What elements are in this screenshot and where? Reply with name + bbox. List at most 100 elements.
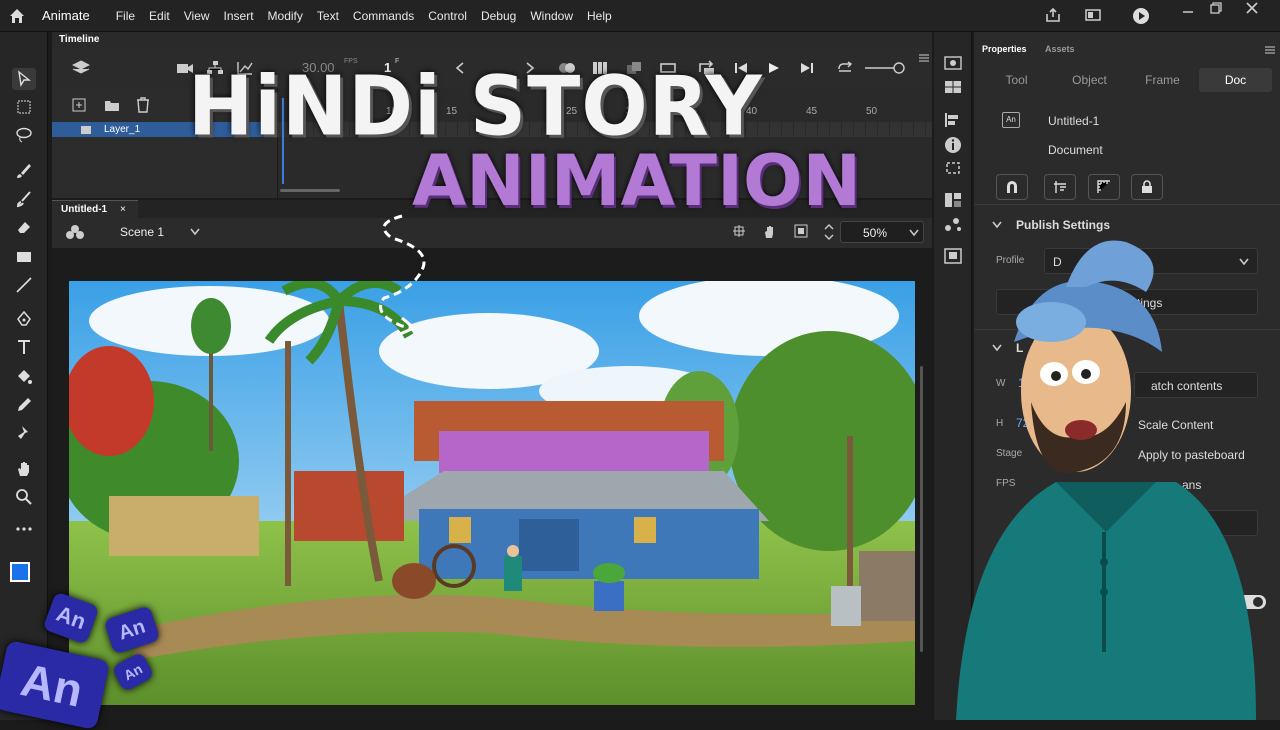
zoom-slider[interactable]	[864, 61, 908, 75]
pin-icon[interactable]	[12, 422, 36, 444]
rectangle-icon[interactable]	[12, 246, 36, 268]
new-folder-icon[interactable]	[104, 98, 120, 112]
menu-debug[interactable]: Debug	[481, 9, 516, 23]
stepper-icon[interactable]	[824, 223, 834, 241]
collapse-publish-icon[interactable]	[992, 221, 1002, 229]
step-forward-icon[interactable]	[800, 62, 814, 74]
delete-icon[interactable]	[136, 97, 150, 113]
layer-name[interactable]: Layer_1	[104, 124, 140, 135]
rotate-icon[interactable]	[762, 224, 778, 240]
menu-text[interactable]: Text	[317, 9, 339, 23]
clip-icon[interactable]	[794, 224, 808, 238]
selection-tool-icon[interactable]	[12, 68, 36, 90]
segment-frame[interactable]: Frame	[1126, 68, 1199, 92]
dashed-arrow-icon	[379, 214, 426, 336]
test-movie-icon[interactable]	[1132, 7, 1150, 25]
menu-window[interactable]: Window	[530, 9, 573, 23]
workspace-icon[interactable]	[1084, 6, 1102, 24]
align-icon[interactable]	[944, 112, 962, 128]
restore-icon[interactable]	[1210, 2, 1222, 14]
transform-icon[interactable]	[944, 160, 962, 176]
tools-panel	[0, 32, 48, 720]
menu-control[interactable]: Control	[428, 9, 467, 23]
ruler-50: 50	[866, 106, 878, 117]
home-icon[interactable]	[0, 0, 34, 32]
tab-assets[interactable]: Assets	[1045, 44, 1075, 54]
ruler-icon	[1097, 180, 1110, 193]
zoom-value: 50%	[863, 226, 888, 240]
fill-color-swatch[interactable]	[10, 562, 30, 582]
paint-brush-icon[interactable]	[12, 188, 36, 210]
magnet-icon	[1007, 181, 1017, 193]
menu-help[interactable]: Help	[587, 9, 612, 23]
document-tab[interactable]: Untitled-1 ×	[52, 200, 138, 218]
rulers-button[interactable]	[1088, 174, 1120, 200]
center-stage-icon[interactable]	[732, 224, 746, 238]
brush-icon[interactable]	[12, 160, 36, 182]
loop-playback-icon[interactable]	[836, 61, 854, 75]
timeline-menu-icon[interactable]	[918, 54, 930, 62]
document-tab-label: Untitled-1	[61, 204, 108, 215]
zoom-field[interactable]: 50%	[840, 221, 924, 243]
timeline-title: Timeline	[59, 34, 100, 45]
menu-insert[interactable]: Insert	[224, 9, 254, 23]
menu-modify[interactable]: Modify	[268, 9, 303, 23]
stage-canvas[interactable]	[69, 281, 915, 705]
line-icon[interactable]	[12, 274, 36, 296]
scene-name[interactable]: Scene 1	[120, 225, 164, 239]
menu-view[interactable]: View	[184, 9, 210, 23]
document-title: Untitled-1	[1048, 114, 1100, 128]
pen-icon[interactable]	[12, 308, 36, 330]
new-layer-icon[interactable]	[72, 98, 86, 112]
segment-doc[interactable]: Doc	[1199, 68, 1272, 92]
minimize-icon[interactable]	[1182, 2, 1194, 14]
snap-button[interactable]	[996, 174, 1028, 200]
library-icon[interactable]	[944, 56, 962, 70]
zoom-icon[interactable]	[12, 486, 36, 508]
publish-settings-header[interactable]: Publish Settings	[1016, 218, 1110, 232]
menu-file[interactable]: File	[116, 9, 135, 23]
lasso-icon[interactable]	[12, 124, 36, 146]
motion-presets-icon[interactable]	[944, 216, 962, 232]
more-tools-icon[interactable]	[12, 518, 36, 540]
menu-commands[interactable]: Commands	[353, 9, 414, 23]
segment-object[interactable]: Object	[1053, 68, 1126, 92]
divider	[974, 204, 1280, 205]
layers-icon[interactable]	[72, 60, 90, 76]
layer-icon	[81, 126, 91, 134]
edit-doc-button[interactable]	[1044, 174, 1076, 200]
tab-properties[interactable]: Properties	[982, 44, 1027, 54]
edit-doc-icon	[1054, 181, 1066, 193]
hand-icon[interactable]	[12, 458, 36, 480]
lock-icon	[1142, 180, 1152, 193]
free-transform-icon[interactable]	[12, 96, 36, 118]
document-icon: An	[1002, 112, 1020, 128]
zoom-chevron-icon[interactable]	[909, 229, 919, 237]
paint-bucket-icon[interactable]	[12, 366, 36, 388]
overlay-title-line2: ANIMATION	[412, 140, 862, 222]
scene-icon	[66, 225, 84, 239]
close-tab-icon[interactable]: ×	[120, 204, 126, 215]
close-window-icon[interactable]	[1246, 2, 1258, 14]
timeline-header: Timeline	[52, 32, 932, 48]
lock-button[interactable]	[1131, 174, 1163, 200]
share-icon[interactable]	[1044, 6, 1062, 24]
menu-bar: Animate File Edit View Insert Modify Tex…	[0, 0, 1280, 32]
text-icon[interactable]	[12, 336, 36, 358]
chevron-down-icon[interactable]	[190, 228, 200, 236]
document-type: Document	[1048, 143, 1103, 157]
swatches-icon[interactable]	[944, 80, 962, 94]
menu-edit[interactable]: Edit	[149, 9, 170, 23]
components-icon[interactable]	[944, 192, 962, 208]
stage-scrollbar[interactable]	[920, 366, 923, 652]
eraser-icon[interactable]	[12, 216, 36, 238]
ruler-45: 45	[806, 106, 818, 117]
info-icon[interactable]	[944, 136, 962, 154]
scene-bar: Scene 1 50%	[52, 218, 932, 248]
panel-menu-icon[interactable]	[1264, 46, 1276, 54]
play-icon[interactable]	[768, 62, 780, 74]
character-illustration	[956, 240, 1256, 720]
segment-tool[interactable]: Tool	[980, 68, 1053, 92]
timeline-scrollbar[interactable]	[280, 189, 340, 192]
eyedropper-icon[interactable]	[12, 394, 36, 416]
